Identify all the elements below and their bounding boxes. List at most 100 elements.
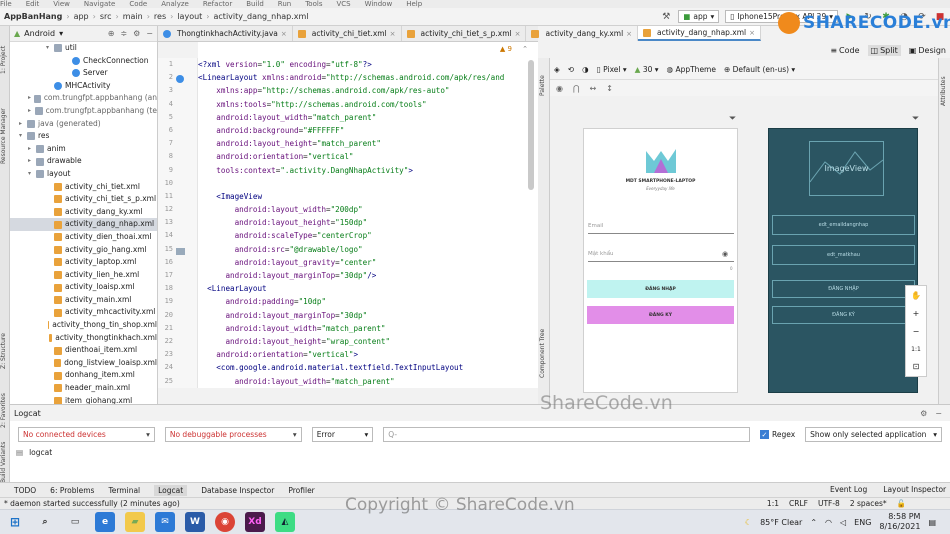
- network-icon[interactable]: ◠: [825, 518, 832, 527]
- hammer-icon[interactable]: ⚒: [660, 11, 672, 23]
- tree-item[interactable]: activity_gio_hang.xml: [10, 244, 157, 257]
- event-log-tab[interactable]: Event Log: [830, 485, 867, 494]
- breadcrumb-item[interactable]: app: [74, 12, 89, 21]
- menu-item[interactable]: File: [0, 0, 12, 8]
- editor-tab[interactable]: activity_chi_tiet.xml ×: [293, 26, 402, 41]
- pin-icon[interactable]: ⏷: [729, 114, 736, 124]
- minimize-icon[interactable]: −: [935, 409, 942, 418]
- menu-item[interactable]: Run: [278, 0, 291, 8]
- actual-size-icon[interactable]: 1:1: [911, 346, 921, 353]
- tree-item[interactable]: ▸ anim: [10, 143, 157, 156]
- code-line[interactable]: android:orientation="vertical">: [198, 348, 538, 361]
- close-icon[interactable]: ×: [749, 29, 755, 37]
- tree-item[interactable]: Server: [10, 67, 157, 80]
- weather-text[interactable]: 85°F Clear: [760, 518, 802, 527]
- register-button[interactable]: ĐĂNG KÝ: [587, 306, 734, 324]
- structure-tool-button[interactable]: Z: Structure: [0, 326, 10, 376]
- code-line[interactable]: tools:context=".activity.DangNhapActivit…: [198, 164, 538, 177]
- stop-icon[interactable]: ■: [934, 11, 946, 23]
- project-tool-button[interactable]: 1: Project: [0, 30, 10, 90]
- blueprint-password[interactable]: edt_matkhau: [772, 245, 915, 265]
- menu-item[interactable]: Edit: [26, 0, 40, 8]
- tree-item[interactable]: item_giohang.xml: [10, 395, 157, 404]
- tree-item[interactable]: activity_thongtinkhach.xml: [10, 332, 157, 345]
- tree-item[interactable]: ▸ drawable: [10, 155, 157, 168]
- menu-item[interactable]: View: [53, 0, 70, 8]
- gear-icon[interactable]: ⚙: [920, 409, 927, 418]
- tree-item[interactable]: activity_main.xml: [10, 294, 157, 307]
- device-filter[interactable]: No connected devices ▾: [18, 427, 155, 442]
- lock-icon[interactable]: 🔓: [897, 499, 906, 508]
- layers-icon[interactable]: ◈: [554, 65, 560, 74]
- tree-arrow-icon[interactable]: ▸: [19, 118, 27, 131]
- password-field[interactable]: Mật khẩu: [588, 251, 734, 262]
- favorites-tool-button[interactable]: 2: Favorites: [0, 386, 10, 436]
- build-variants-tool-button[interactable]: Build Variants: [0, 438, 10, 486]
- tree-arrow-icon[interactable]: ▸: [28, 155, 36, 168]
- bottom-tab[interactable]: Terminal: [108, 486, 140, 495]
- tree-item[interactable]: activity_dang_nhap.xml: [10, 218, 157, 231]
- run-icon[interactable]: ▶: [844, 11, 856, 23]
- tree-item[interactable]: activity_laptop.xml: [10, 256, 157, 269]
- zoom-in-icon[interactable]: +: [913, 309, 920, 318]
- menu-item[interactable]: Navigate: [84, 0, 115, 8]
- windows-start-icon[interactable]: ⊞: [5, 512, 25, 532]
- search-icon[interactable]: ⌕: [35, 512, 55, 532]
- email-field[interactable]: Email: [588, 223, 734, 234]
- xd-icon[interactable]: Xd: [245, 512, 265, 532]
- code-view-button[interactable]: ≡ Code: [830, 46, 859, 55]
- resource-manager-tool-button[interactable]: Resource Manager: [0, 96, 10, 176]
- tree-arrow-icon[interactable]: ▾: [19, 130, 27, 143]
- tree-arrow-icon[interactable]: ▸: [28, 143, 36, 156]
- code-line[interactable]: <com.google.android.material.textfield.T…: [198, 361, 538, 374]
- code-line[interactable]: android:scaleType="centerCrop": [198, 229, 538, 242]
- editor-tab[interactable]: activity_dang_ky.xml ×: [526, 26, 639, 41]
- mail-icon[interactable]: ✉: [155, 512, 175, 532]
- code-line[interactable]: <?xml version="1.0" encoding="utf-8"?>: [198, 58, 538, 71]
- editor-tab[interactable]: activity_chi_tiet_s_p.xml ×: [402, 26, 527, 41]
- palette-tool-button[interactable]: Palette: [539, 66, 549, 106]
- bottom-tab[interactable]: Database Inspector: [201, 486, 274, 495]
- tree-item[interactable]: ▾ util: [10, 42, 157, 55]
- code-line[interactable]: <ImageView: [198, 190, 538, 203]
- tree-arrow-icon[interactable]: ▸: [28, 105, 35, 118]
- editor-tab[interactable]: activity_dang_nhap.xml ×: [638, 26, 762, 41]
- code-line[interactable]: android:layout_width="match_parent": [198, 322, 538, 335]
- bottom-tab[interactable]: Logcat: [154, 484, 188, 496]
- chrome-icon[interactable]: ◉: [215, 512, 235, 532]
- project-view-select[interactable]: Android: [24, 29, 55, 38]
- line-separator[interactable]: CRLF: [789, 499, 808, 508]
- design-view-button[interactable]: ▣ Design: [909, 46, 946, 55]
- blueprint-register[interactable]: ĐĂNG KÝ: [772, 306, 915, 324]
- pin-icon[interactable]: ⏷: [912, 114, 919, 124]
- menu-item[interactable]: Tools: [305, 0, 322, 8]
- app-filter[interactable]: Show only selected application ▾: [805, 427, 942, 442]
- code-line[interactable]: android:layout_height="match_parent": [198, 137, 538, 150]
- code-line[interactable]: <LinearLayout xmlns:android="http://sche…: [198, 71, 538, 84]
- eye-icon[interactable]: ◉: [722, 250, 728, 258]
- debug-icon[interactable]: ✱: [880, 11, 892, 23]
- bottom-tab[interactable]: Profiler: [288, 486, 314, 495]
- clock-date[interactable]: 8/16/2021: [879, 522, 920, 532]
- android-studio-icon[interactable]: ◭: [275, 512, 295, 532]
- speaker-icon[interactable]: ◁: [840, 518, 846, 527]
- code-line[interactable]: xmlns:app="http://schemas.android.com/ap…: [198, 84, 538, 97]
- tree-item[interactable]: dong_listview_loaisp.xml: [10, 357, 157, 370]
- editor-tab[interactable]: ThongtinkhachActivity.java ×: [158, 26, 293, 41]
- code-line[interactable]: android:padding="10dp": [198, 295, 538, 308]
- tree-item[interactable]: activity_chi_tiet.xml: [10, 181, 157, 194]
- tree-item[interactable]: ▾ res: [10, 130, 157, 143]
- file-encoding[interactable]: UTF-8: [818, 499, 840, 508]
- notification-icon[interactable]: ▤: [928, 518, 936, 527]
- fit-screen-icon[interactable]: ⊡: [913, 362, 920, 371]
- tree-item[interactable]: activity_loaisp.xml: [10, 281, 157, 294]
- code-line[interactable]: android:layout_width="200dp": [198, 203, 538, 216]
- image-preview-icon[interactable]: [176, 248, 185, 255]
- split-view-button[interactable]: ◫ Split: [867, 44, 901, 56]
- level-filter[interactable]: Error ▾: [311, 427, 374, 442]
- breadcrumb-item[interactable]: src: [100, 12, 112, 21]
- close-icon[interactable]: ×: [626, 30, 632, 38]
- editor-scrollbar[interactable]: [528, 60, 534, 190]
- sync-icon[interactable]: ⟳: [916, 11, 928, 23]
- bottom-tab[interactable]: TODO: [14, 486, 36, 495]
